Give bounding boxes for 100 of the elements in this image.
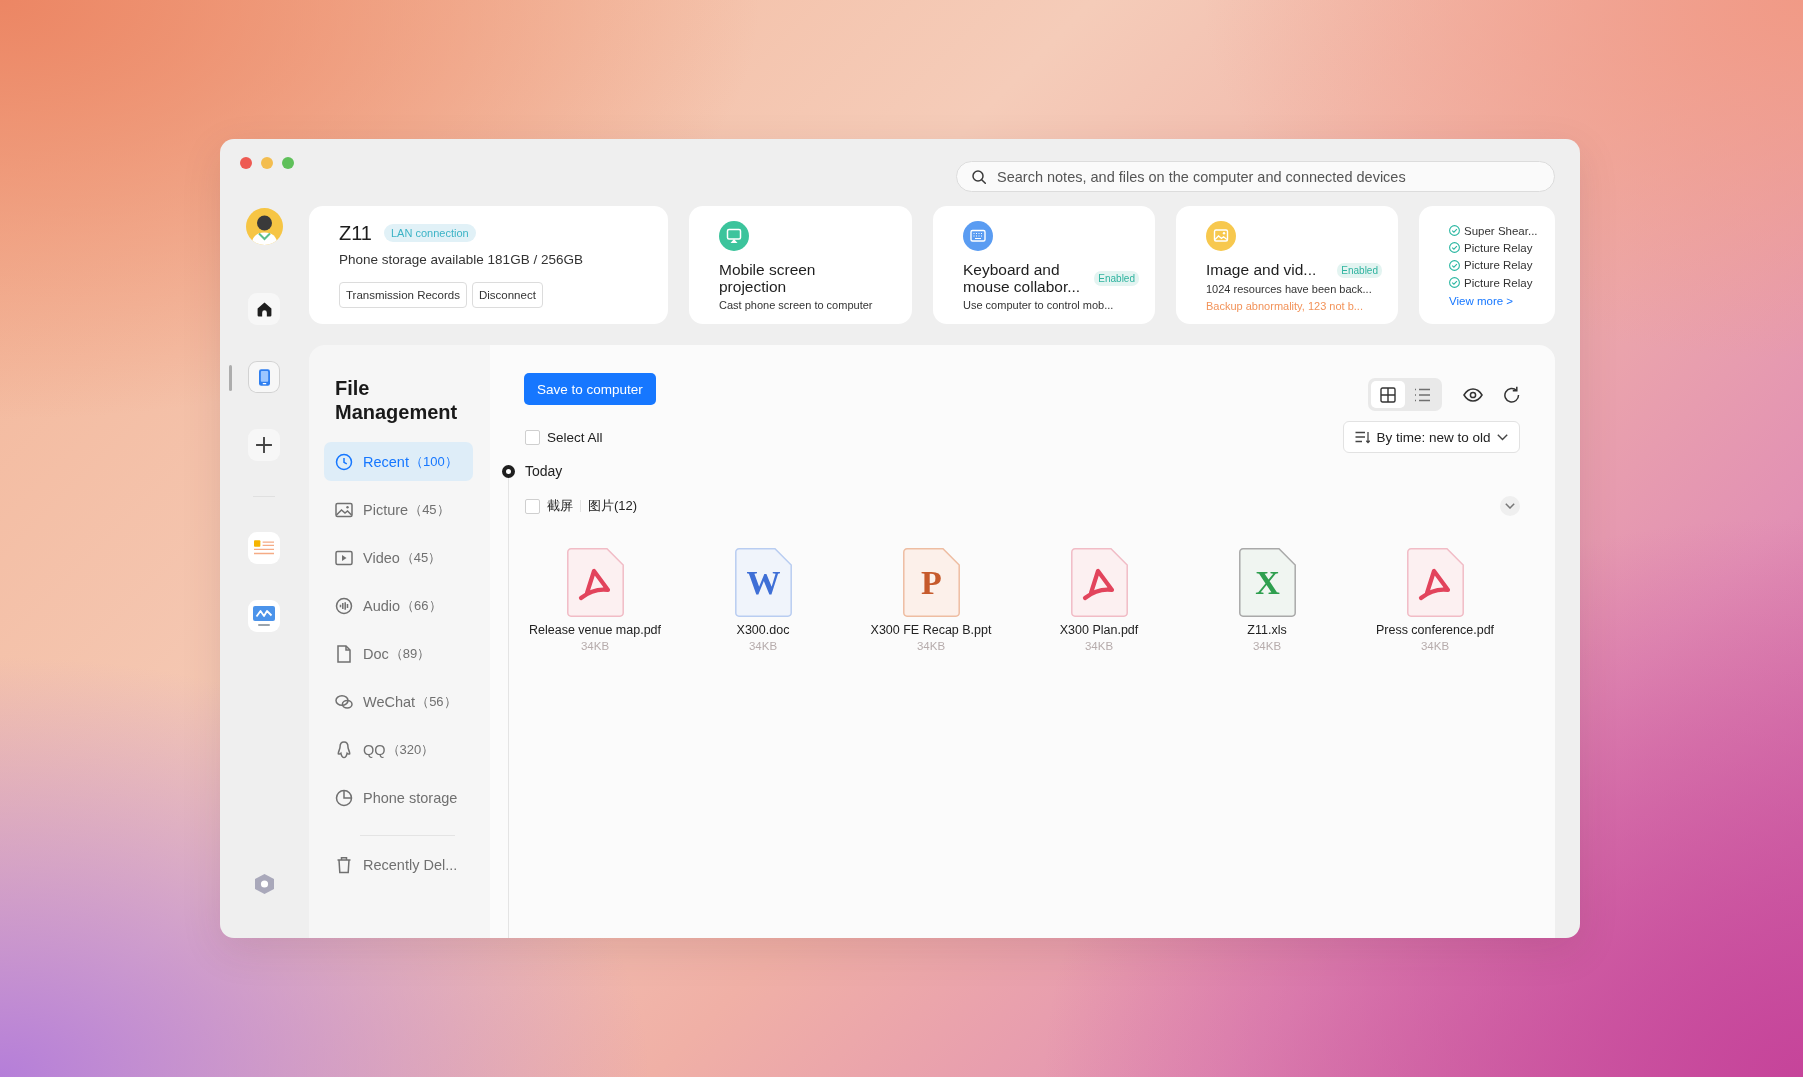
close-button[interactable] — [240, 157, 252, 169]
device-name: Z11 — [339, 221, 372, 245]
sort-dropdown[interactable]: By time: new to old — [1343, 421, 1520, 453]
picture-icon — [335, 500, 353, 519]
settings-icon[interactable] — [254, 874, 274, 894]
collapse-button[interactable] — [1500, 496, 1520, 516]
user-avatar-icon[interactable] — [245, 208, 283, 245]
view-more-link[interactable]: View more > — [1449, 294, 1514, 310]
timeline-dot-icon — [501, 465, 515, 478]
screen-cast-icon — [719, 221, 749, 251]
document-icon — [335, 644, 353, 663]
word-file-icon[interactable]: W — [734, 548, 792, 617]
notes-icon — [254, 539, 274, 557]
check-circle-icon — [1449, 225, 1460, 237]
selection-indicator — [229, 365, 232, 391]
screen-app-button[interactable] — [248, 600, 280, 632]
nav-item[interactable]: Phone storage — [324, 778, 473, 817]
home-button[interactable] — [248, 293, 280, 325]
list-icon — [1414, 387, 1430, 402]
feature-description: Use computer to control mob... — [963, 298, 1114, 313]
album-name: 截屏 — [547, 497, 573, 515]
relay-feature-text: Super Shear... — [1464, 224, 1538, 237]
chevron-down-icon — [1496, 433, 1508, 441]
nav-item[interactable]: WeChat（56） — [324, 682, 473, 721]
search-field[interactable]: Search notes, and files on the computer and connected devices — [956, 161, 1555, 192]
keyboard-icon — [963, 221, 993, 251]
file-size: 34KB — [916, 639, 946, 653]
pdf-file-icon[interactable] — [1070, 548, 1128, 617]
feature-card[interactable]: Mobile screen projection Cast phone screen to computer — [689, 206, 912, 324]
feature-card[interactable]: Image and vid... Enabled 1024 resources have been back... Backup abnormality, 123 not b... — [1176, 206, 1398, 324]
select-all-checkbox[interactable] — [525, 429, 540, 445]
feature-title: Mobile screen projection — [719, 262, 817, 295]
nav-item[interactable]: Doc（89） — [324, 634, 473, 673]
nav-item[interactable]: Recent（100） — [324, 442, 473, 481]
monitor-icon — [253, 606, 275, 626]
relay-feature-text: Picture Relay — [1464, 276, 1533, 289]
storage-text: Phone storage available 181GB / 256GB — [339, 252, 583, 268]
nav-item[interactable]: QQ（320） — [324, 730, 473, 769]
zoom-button[interactable] — [282, 157, 294, 169]
plus-icon — [256, 437, 272, 453]
clock-icon — [335, 452, 353, 471]
penguin-icon — [335, 740, 353, 759]
file-size: 34KB — [580, 639, 610, 653]
feature-description: 1024 resources have been back... — [1206, 281, 1372, 297]
file-name: Press conference.pdf — [1375, 623, 1495, 638]
phone-icon — [258, 368, 270, 386]
feature-card[interactable]: Keyboard and mouse collabor... Enabled Use computer to control mob... — [933, 206, 1155, 324]
status-badge: Enabled — [1094, 271, 1139, 286]
file-name: Z11.xls — [1247, 623, 1287, 638]
file-name: Release venue map.pdf — [529, 623, 661, 638]
file-name: X300.doc — [736, 623, 790, 638]
chevron-down-icon — [1505, 503, 1515, 509]
connection-badge: LAN connection — [384, 224, 476, 242]
relay-feature-text: Picture Relay — [1464, 259, 1533, 272]
sort-icon — [1355, 430, 1371, 444]
section-title: File Management — [335, 376, 459, 424]
warning-text: Backup abnormality, 123 not b... — [1206, 298, 1363, 314]
check-circle-icon — [1449, 242, 1460, 254]
grid-icon — [1380, 386, 1396, 403]
save-button[interactable]: Save to computer — [524, 373, 656, 405]
eye-icon[interactable] — [1463, 387, 1483, 402]
spreadsheet-file-icon[interactable]: X — [1238, 548, 1296, 617]
check-circle-icon — [1449, 277, 1460, 289]
chat-bubbles-icon — [335, 692, 353, 711]
relay-feature-text: Picture Relay — [1464, 241, 1533, 254]
nav-item[interactable]: Picture（45） — [324, 490, 473, 529]
refresh-icon[interactable] — [1503, 386, 1520, 403]
outline-button[interactable]: Transmission Records — [339, 282, 467, 308]
file-size: 34KB — [1084, 639, 1114, 653]
file-name: X300 Plan.pdf — [1059, 623, 1139, 638]
slides-file-icon[interactable]: P — [902, 548, 960, 617]
add-button[interactable] — [248, 429, 280, 461]
pdf-file-icon[interactable] — [1406, 548, 1464, 617]
file-size: 34KB — [1420, 639, 1450, 653]
trash-icon — [335, 855, 353, 874]
phone-button[interactable] — [248, 361, 280, 393]
check-circle-icon — [1449, 259, 1460, 271]
nav-item[interactable]: Recently Del... — [324, 845, 473, 884]
outline-button[interactable]: Disconnect — [471, 282, 543, 308]
file-size: 34KB — [748, 639, 778, 653]
image-icon — [1206, 221, 1236, 251]
nav-item[interactable]: Video（45） — [324, 538, 473, 577]
date-heading: Today — [525, 463, 563, 480]
feature-description: Cast phone screen to computer — [719, 298, 873, 313]
album-category: 图片(12) — [588, 497, 638, 515]
file-name: X300 FE Recap B.ppt — [870, 623, 992, 638]
feature-title: Image and vid... — [1206, 262, 1317, 279]
search-icon — [972, 169, 986, 184]
pdf-file-icon[interactable] — [566, 548, 624, 617]
album-checkbox[interactable] — [525, 498, 540, 514]
audio-icon — [335, 596, 353, 615]
pie-chart-icon — [335, 788, 353, 807]
status-badge: Enabled — [1337, 262, 1382, 278]
feature-title: Keyboard and mouse collabor... — [963, 262, 1082, 295]
nav-item[interactable]: Audio（66） — [324, 586, 473, 625]
file-size: 34KB — [1252, 639, 1282, 653]
select-all-label: Select All — [547, 429, 603, 445]
grid-view-button[interactable] — [1371, 381, 1405, 408]
video-icon — [335, 548, 353, 567]
home-icon — [255, 300, 273, 318]
